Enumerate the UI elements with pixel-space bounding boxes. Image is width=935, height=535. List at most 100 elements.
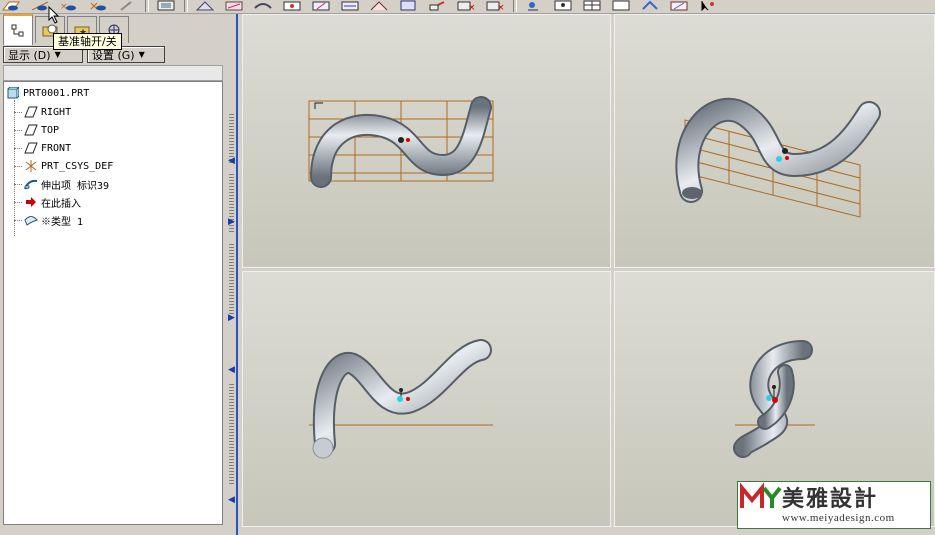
dropdown-arrow-icon: ▼ (54, 50, 61, 59)
select-tool-icon[interactable] (697, 0, 719, 12)
feature-tool-10-icon[interactable]: × (455, 0, 477, 12)
splitter-grip[interactable] (229, 384, 234, 484)
tree-connector (14, 202, 22, 203)
feature-tool-9-icon[interactable] (426, 0, 448, 12)
coordinate-system-icon (24, 160, 38, 172)
model-tree: PRT0001.PRT RIGHT TOP FRONT PRT_CSYS_DEF… (3, 81, 223, 525)
tree-item-part[interactable]: PRT0001.PRT (6, 85, 89, 101)
view-corner-mark (314, 102, 323, 109)
tree-connector (14, 112, 22, 113)
tube-end-cap (312, 437, 334, 459)
expand-arrow-icon[interactable]: ▶ (228, 314, 236, 323)
tree-item-insert-here[interactable]: 在此插入 (24, 194, 81, 210)
mouse-cursor-icon (48, 5, 60, 27)
display-button-label: 显示 (D) (8, 48, 51, 62)
tree-connector (14, 166, 22, 167)
model-view-top (309, 339, 493, 459)
viewport-top[interactable] (242, 271, 611, 527)
model-view-front (308, 96, 494, 188)
feature-tool-4-icon[interactable] (281, 0, 303, 12)
tree-filter-bar[interactable] (3, 65, 223, 81)
feature-tool-2-icon[interactable] (223, 0, 245, 12)
tab-model-tree[interactable] (3, 14, 33, 45)
viewport-isometric[interactable] (614, 14, 935, 268)
sweep-tube (314, 341, 490, 453)
datum-plane-icon (24, 124, 38, 136)
csys-axis-marker (397, 396, 403, 402)
sketch-tool-icon[interactable] (523, 0, 545, 12)
tree-item-front[interactable]: FRONT (24, 140, 71, 156)
render-tool-icon[interactable] (668, 0, 690, 12)
sweep-tube (677, 99, 879, 201)
tree-item-label: 伸出项 标识39 (41, 180, 110, 192)
annotation-toggle-icon[interactable] (116, 0, 138, 12)
tube-end-cap (682, 187, 702, 199)
navigator-panel: ★ 显示 (D) ▼ 设置 (G) ▼ PRT0001.PRT RI (0, 14, 226, 535)
table-tool-icon[interactable] (581, 0, 603, 12)
tree-item-label: PRT_CSYS_DEF (41, 160, 114, 172)
collapse-arrow-icon[interactable]: ◀ (228, 157, 236, 166)
tree-connector (14, 100, 15, 236)
csys-marker (772, 397, 778, 403)
svg-text:×: × (468, 3, 476, 11)
svg-text:×: × (60, 2, 68, 11)
insert-here-arrow-icon (24, 196, 38, 208)
tree-item-csys[interactable]: PRT_CSYS_DEF (24, 158, 113, 174)
view-layout-icon[interactable] (155, 0, 177, 12)
csys-origin (772, 385, 776, 389)
datum-plane-toggle-icon[interactable] (0, 0, 22, 12)
csys-origin (399, 388, 403, 392)
part-icon (6, 87, 20, 99)
csys-axis-marker (776, 156, 782, 162)
feature-tool-6-icon[interactable] (339, 0, 361, 12)
image-tool-icon[interactable] (552, 0, 574, 12)
feature-tool-3-icon[interactable] (252, 0, 274, 12)
tree-connector (14, 148, 22, 149)
toolbar-separator (184, 0, 188, 12)
tree-item-annotation[interactable]: ※类型 1 (24, 212, 83, 228)
feature-tool-1-icon[interactable] (194, 0, 216, 12)
tree-item-label: ※类型 1 (41, 216, 84, 228)
csys-marker (785, 156, 789, 160)
tree-item-label: FRONT (41, 142, 72, 154)
csys-axis-marker (766, 395, 772, 401)
datum-plane-icon (24, 142, 38, 154)
viewport-front[interactable] (242, 14, 611, 268)
toolbar-separator (145, 0, 149, 12)
csys-origin (398, 137, 404, 143)
tree-item-top[interactable]: TOP (24, 122, 59, 138)
collapse-arrow-icon[interactable]: ◀ (228, 496, 236, 505)
tree-item-label: RIGHT (41, 106, 72, 118)
annotation-type-icon (24, 214, 38, 226)
model-tree-icon (11, 24, 24, 36)
analysis-tool-icon[interactable] (639, 0, 661, 12)
csys-toggle-icon[interactable] (87, 0, 109, 12)
splitter-grip[interactable] (229, 244, 234, 314)
svg-text:×: × (497, 3, 505, 11)
feature-tool-7-icon[interactable] (368, 0, 390, 12)
brand-mark-icon (740, 482, 782, 508)
model-view-isometric (675, 97, 881, 218)
splitter-highlight (236, 14, 238, 535)
tree-connector (14, 130, 22, 131)
feature-tool-5-icon[interactable] (310, 0, 332, 12)
csys-marker (406, 397, 410, 401)
toolbar-separator (513, 0, 517, 12)
feature-tool-8-icon[interactable] (397, 0, 419, 12)
grid-tool-icon[interactable] (610, 0, 632, 12)
csys-marker (406, 138, 410, 142)
tree-connector (14, 184, 22, 185)
collapse-arrow-icon[interactable]: ◀ (228, 366, 236, 375)
datum-point-toggle-icon[interactable]: × (58, 0, 80, 12)
sweep-protrusion-icon (24, 178, 38, 190)
dropdown-arrow-icon: ▼ (138, 50, 145, 59)
expand-arrow-icon[interactable]: ▶ (228, 218, 236, 227)
tree-item-label: TOP (41, 124, 60, 136)
csys-origin (782, 148, 788, 154)
feature-tool-11-icon[interactable]: × (484, 0, 506, 12)
tree-item-label: 在此插入 (41, 198, 81, 210)
tree-item-sweep[interactable]: 伸出项 标识39 (24, 176, 109, 192)
tree-item-right[interactable]: RIGHT (24, 104, 71, 120)
datum-plane-icon (24, 106, 38, 118)
tooltip-datum-axis: 基准轴开/关 (53, 33, 122, 50)
